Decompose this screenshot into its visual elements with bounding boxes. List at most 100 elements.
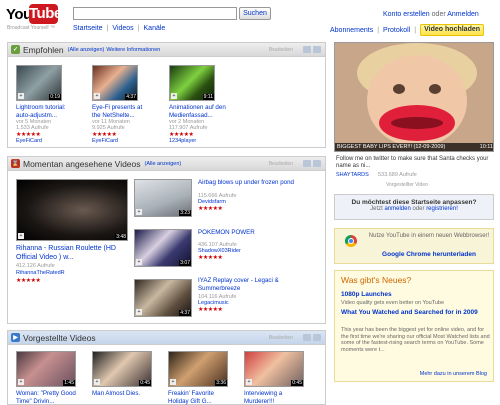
- subscriptions-link[interactable]: Abonnements: [330, 27, 373, 34]
- search-input[interactable]: [73, 7, 237, 20]
- nav-home[interactable]: Startseite: [73, 25, 103, 32]
- video-thumbnail[interactable]: +4:37: [134, 279, 192, 317]
- add-icon[interactable]: +: [136, 309, 142, 315]
- customize-panel: Du möchtest diese Startseite anpassen? J…: [334, 194, 494, 220]
- logo-you: You: [6, 6, 32, 23]
- news-panel: Was gibt's Neues? 1080p Launches Video q…: [334, 270, 494, 382]
- promoted-user[interactable]: SHAYTARDS: [336, 172, 369, 179]
- video-title[interactable]: Airbag blows up under frozen pond: [198, 179, 323, 187]
- main-video-user[interactable]: RihannaTheRatedR: [16, 270, 65, 277]
- chrome-download-link[interactable]: Google Chrome herunterladen: [367, 251, 491, 258]
- login-link[interactable]: Anmelden: [447, 11, 479, 18]
- youtube-logo[interactable]: You Tube: [6, 4, 62, 26]
- watching-show-all[interactable]: (Alle anzeigen): [145, 161, 182, 167]
- customize-register-link[interactable]: registrieren!: [426, 206, 458, 212]
- add-icon[interactable]: +: [18, 233, 24, 239]
- duration: 0:19: [49, 94, 61, 100]
- search-button[interactable]: Suchen: [239, 7, 271, 20]
- hourglass-icon: ⌛: [11, 159, 20, 168]
- add-icon[interactable]: +: [171, 93, 177, 99]
- news-item-heading[interactable]: What You Watched and Searched for in 200…: [341, 309, 491, 317]
- duration: 0:45: [291, 380, 303, 386]
- watching-title: Momentan angesehene Videos: [23, 158, 141, 169]
- video-thumbnail[interactable]: +1:45: [16, 351, 76, 387]
- add-icon[interactable]: +: [246, 379, 252, 385]
- close-icon[interactable]: [313, 334, 321, 341]
- news-item-body: This year has been the biggest yet for o…: [341, 327, 490, 353]
- create-account-link[interactable]: Konto erstellen: [383, 11, 430, 18]
- add-icon[interactable]: +: [18, 93, 24, 99]
- watching-box: ⌛ Momentan angesehene Videos (Alle anzei…: [7, 156, 326, 324]
- news-item-heading[interactable]: 1080p Launches: [341, 291, 392, 298]
- add-icon[interactable]: +: [170, 379, 176, 385]
- video-user[interactable]: EyeFiCard: [92, 138, 118, 145]
- customize-login-link[interactable]: anmelden: [384, 206, 410, 212]
- duration: 10:11: [479, 144, 493, 150]
- minimize-icon[interactable]: [303, 334, 311, 341]
- nav-videos[interactable]: Videos: [112, 25, 133, 32]
- video-thumbnail[interactable]: +0:45: [244, 351, 304, 387]
- rating-stars: ★★★★★: [92, 132, 117, 138]
- promoted-video-thumbnail[interactable]: BIGGEST BABY LIPS EVER!!! (12-09-2009) 1…: [334, 42, 494, 152]
- main-video-title[interactable]: Rihanna - Russian Roulette (HD Official …: [16, 245, 128, 262]
- news-more-link[interactable]: Mehr dazu in unserem Blog: [420, 371, 487, 377]
- featured-video-label: Vorgestellter Video: [386, 182, 428, 188]
- featured-more-info[interactable]: Weitere Informationen: [106, 47, 160, 53]
- main-video-thumbnail[interactable]: +3:48: [16, 179, 128, 241]
- or-text: oder: [431, 11, 446, 18]
- featured-header: ✓ Empfohlen (Alle anzeigen) Weitere Info…: [8, 43, 325, 57]
- rating-stars: ★★★★★: [198, 307, 223, 313]
- video-thumbnail[interactable]: +0:45: [92, 351, 152, 387]
- duration: 1:45: [63, 380, 75, 386]
- featured-box: ✓ Empfohlen (Alle anzeigen) Weitere Info…: [7, 42, 326, 148]
- add-icon[interactable]: +: [136, 209, 142, 215]
- video-title[interactable]: Interviewing a Murderer!!!: [244, 390, 306, 405]
- history-link[interactable]: Protokoll: [383, 27, 410, 34]
- featured-show-all[interactable]: (Alle anzeigen): [68, 47, 105, 53]
- add-icon[interactable]: +: [136, 259, 142, 265]
- top-nav: Startseite | Videos | Kanäle: [73, 25, 166, 32]
- add-icon[interactable]: +: [94, 93, 100, 99]
- featured-edit[interactable]: Bearbeiten: [269, 47, 293, 53]
- video-thumbnail[interactable]: +3:07: [134, 229, 192, 267]
- duration: 0:45: [139, 380, 151, 386]
- video-title[interactable]: Man Almost Dies.: [92, 390, 154, 398]
- nav-channels[interactable]: Kanäle: [144, 25, 166, 32]
- slogan: Broadcast Yourself ™: [7, 25, 56, 31]
- featured-videos-header: ▶ Vorgestellte Videos Bearbeiten: [8, 331, 325, 345]
- featured-videos-edit[interactable]: Bearbeiten: [269, 335, 293, 341]
- video-title[interactable]: Lightroom tutorial: auto-adjustm...: [16, 104, 76, 119]
- featured-videos-title: Vorgestellte Videos: [23, 332, 96, 343]
- promoted-caption: BIGGEST BABY LIPS EVER!!! (12-09-2009) 1…: [335, 143, 493, 151]
- video-thumbnail[interactable]: +0:19: [16, 65, 62, 101]
- rating-stars: ★★★★★: [198, 206, 223, 212]
- upload-button[interactable]: Video hochladen: [420, 24, 485, 36]
- add-icon[interactable]: +: [94, 379, 100, 385]
- video-title[interactable]: Eye-Fi presents at the NetShelte...: [92, 104, 152, 119]
- duration: 9:11: [202, 94, 214, 100]
- video-title[interactable]: Woman: "Pretty Good Time" Drivin...: [16, 390, 78, 405]
- video-thumbnail[interactable]: +9:11: [169, 65, 215, 101]
- featured-videos-box: ▶ Vorgestellte Videos Bearbeiten +1:45 W…: [7, 330, 326, 405]
- minimize-icon[interactable]: [303, 160, 311, 167]
- video-user[interactable]: EyeFiCard: [16, 138, 42, 145]
- featured-videos-controls: [303, 334, 321, 341]
- video-thumbnail[interactable]: +3:36: [168, 351, 228, 387]
- close-icon[interactable]: [313, 46, 321, 53]
- video-title[interactable]: Freakin' Favorite Holiday Gift G...: [168, 390, 230, 405]
- add-icon[interactable]: +: [18, 379, 24, 385]
- close-icon[interactable]: [313, 160, 321, 167]
- header: You Tube Broadcast Yourself ™ Suchen Sta…: [0, 0, 500, 38]
- featured-title: Empfohlen: [23, 44, 64, 55]
- minimize-icon[interactable]: [303, 46, 311, 53]
- video-thumbnail[interactable]: +3:23: [134, 179, 192, 217]
- customize-now: Jetzt: [370, 206, 383, 212]
- watching-edit[interactable]: Bearbeiten: [269, 161, 293, 167]
- video-title[interactable]: Animationen auf den Medienfassad...: [169, 104, 231, 119]
- video-title[interactable]: POKEMON POWER: [198, 229, 323, 237]
- video-user[interactable]: 1234player: [169, 138, 196, 145]
- video-thumbnail[interactable]: +4:37: [92, 65, 138, 101]
- duration: 4:37: [179, 310, 191, 316]
- promoted-views: 533.689 Aufrufe: [378, 172, 417, 178]
- video-title[interactable]: IYAZ Replay cover - Legaci & Summerbreez…: [198, 277, 308, 292]
